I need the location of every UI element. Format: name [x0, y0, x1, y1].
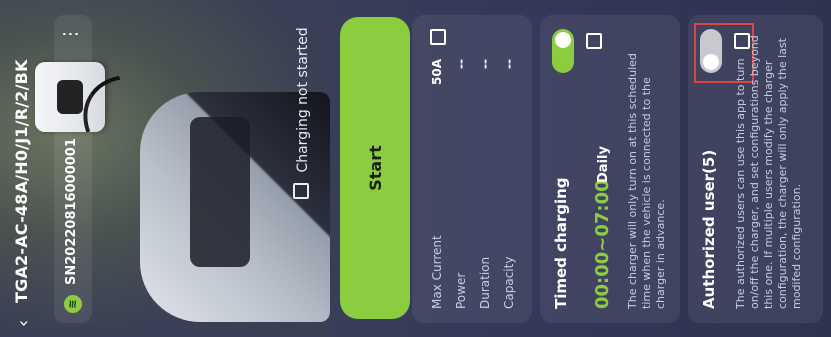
stat-row-duration: Duration --: [478, 29, 498, 309]
stat-label: Capacity: [502, 256, 516, 309]
more-vertical-icon[interactable]: ⋮: [60, 25, 81, 43]
timed-charging-time: 00:00~07:00: [592, 179, 613, 309]
charging-status: Charging not started: [293, 27, 311, 199]
device-card: ≋ SN20220816000001 ⋮: [54, 15, 92, 323]
stat-row-power: Power --: [454, 29, 474, 309]
timed-charging-repeat: Daily: [596, 146, 611, 183]
charging-status-text: Charging not started: [295, 27, 311, 173]
edit-icon[interactable]: [430, 29, 446, 45]
top-bar: ‹ TGA2-AC-48A/H0/J1/R/2/BK: [0, 0, 48, 337]
start-button-label: Start: [365, 145, 385, 191]
stat-value: --: [454, 59, 468, 69]
start-button[interactable]: Start: [340, 17, 410, 319]
stat-row-max-current: Max Current 50A: [430, 29, 450, 309]
timed-charging-toggle[interactable]: [552, 29, 574, 73]
stat-row-capacity: Capacity --: [502, 29, 522, 309]
car-window-image: [190, 117, 250, 267]
stat-label: Power: [454, 272, 468, 309]
timed-charging-panel: Timed charging 00:00~07:00 Daily The cha…: [540, 15, 680, 323]
stat-value: 50A: [430, 59, 444, 85]
authorized-users-title: Authorized user(5): [700, 149, 718, 309]
authorized-users-panel: Authorized user(5) The authorized users …: [688, 15, 823, 323]
serial-number: SN20220816000001: [64, 138, 79, 285]
app-screen: ‹ TGA2-AC-48A/H0/J1/R/2/BK ≋ SN202208160…: [0, 0, 831, 337]
timed-charging-description: The charger will only turn on at this sc…: [626, 53, 667, 309]
page-title: TGA2-AC-48A/H0/J1/R/2/BK: [12, 59, 31, 303]
stat-label: Max Current: [430, 235, 444, 309]
timed-charging-title: Timed charging: [552, 177, 570, 309]
authorized-users-description: The authorized users can use this app to…: [734, 35, 803, 309]
stat-value: --: [478, 59, 492, 69]
edit-icon[interactable]: [586, 33, 602, 49]
info-icon: [293, 183, 309, 199]
back-icon[interactable]: ‹: [13, 307, 34, 327]
stats-panel: Max Current 50A Power -- Duration -- Cap…: [412, 15, 532, 323]
wifi-icon: ≋: [64, 295, 82, 313]
hero-image: [0, 0, 330, 337]
stat-value: --: [502, 59, 516, 69]
stat-label: Duration: [478, 256, 492, 309]
